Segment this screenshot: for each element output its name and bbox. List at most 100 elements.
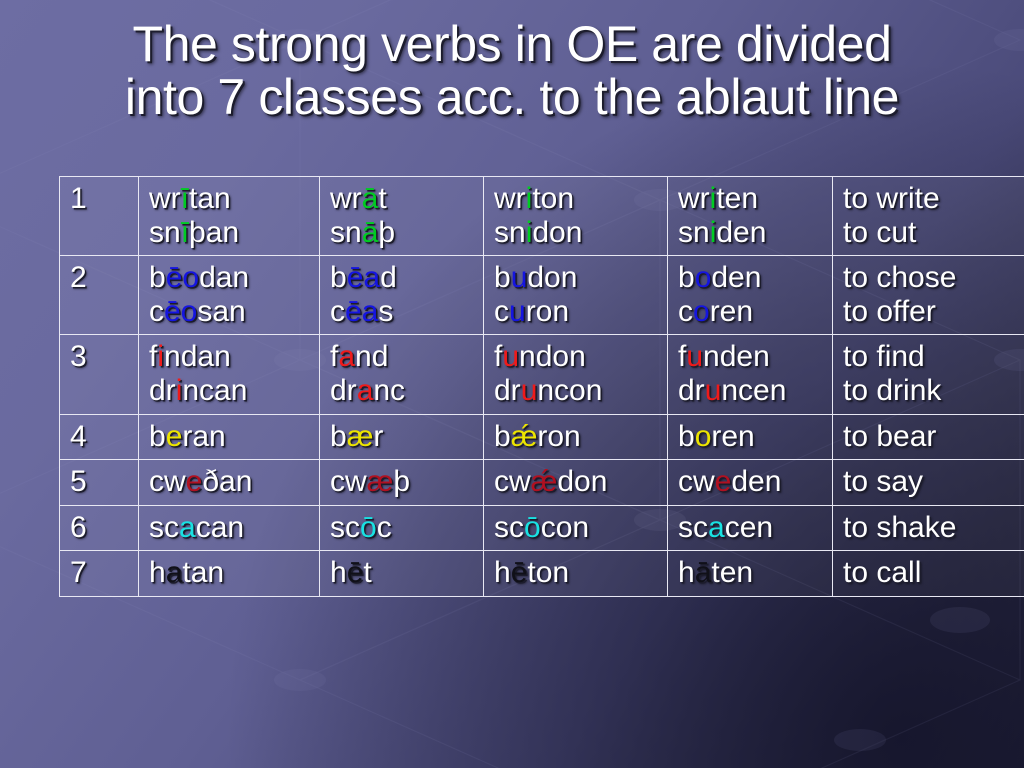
translation-cell: to shake xyxy=(832,504,1024,552)
infinitive-cell: beran xyxy=(138,413,320,461)
word-segment: sc xyxy=(149,510,179,544)
participle-ii-cell: cweden xyxy=(667,459,833,506)
past-plural-cell: writon snidon xyxy=(483,175,668,257)
participle-ii-cell: boden coren xyxy=(667,255,833,336)
past-singular-cell: scōc xyxy=(319,504,484,552)
word-segment: þ xyxy=(378,215,396,249)
word-segment: den xyxy=(731,465,782,499)
ablaut-vowel: ēo xyxy=(165,261,200,295)
translation-cell: to find to drink xyxy=(832,334,1024,415)
word-segment: cw xyxy=(678,465,715,499)
class-number-cell: 5 xyxy=(59,459,139,506)
ablaut-vowel: u xyxy=(502,340,520,374)
ablaut-vowel: ǽ xyxy=(510,419,538,453)
word-segment: t xyxy=(378,182,387,215)
word-segment: sc xyxy=(678,510,708,544)
table-row: 5 cweðan cwæþ cwǽdon cweden to say xyxy=(59,459,1024,506)
word-segment: sn xyxy=(149,215,181,249)
word-segment: þ xyxy=(393,465,411,499)
ablaut-vowel: ī xyxy=(180,215,190,249)
class-number-cell: 4 xyxy=(59,413,139,461)
ablaut-vowel: e xyxy=(185,465,203,499)
ablaut-vowel: u xyxy=(704,373,722,407)
translation-cell: to call xyxy=(832,550,1024,597)
word-segment: d xyxy=(380,261,397,295)
strong-verbs-table: 1 wrītan snīþan wrāt snāþ writon snidon writen s… xyxy=(59,175,1024,597)
word-segment: ten xyxy=(716,182,759,215)
word-segment: nden xyxy=(703,340,770,374)
word-segment: s xyxy=(378,294,394,328)
word-segment: ndon xyxy=(519,340,586,374)
word-segment: dr xyxy=(149,373,176,407)
infinitive-cell: wrītan snīþan xyxy=(138,175,320,257)
ablaut-vowel: ēa xyxy=(345,294,379,328)
word-segment: wr xyxy=(149,182,181,215)
word-segment: c xyxy=(330,294,345,328)
word-segment: ron xyxy=(537,419,581,453)
word-segment: ren xyxy=(709,294,754,328)
word-segment: dan xyxy=(199,261,250,295)
ablaut-vowel: e xyxy=(714,465,732,499)
participle-ii-cell: hāten xyxy=(667,550,833,597)
infinitive-cell: hatan xyxy=(138,550,320,597)
word-segment: b xyxy=(678,261,695,295)
infinitive-cell: cweðan xyxy=(138,459,320,506)
table-row: 1 wrītan snīþan wrāt snāþ writon snidon writen s… xyxy=(59,175,1024,257)
word-segment: sn xyxy=(330,215,362,249)
word-segment: b xyxy=(494,261,511,295)
translation-cell: to write to cut xyxy=(832,175,1024,257)
ablaut-vowel: ēa xyxy=(346,261,381,295)
class-number-cell: 1 xyxy=(59,175,139,257)
ablaut-vowel: u xyxy=(510,261,528,295)
ablaut-vowel: u xyxy=(520,373,538,407)
past-singular-cell: wrāt snāþ xyxy=(319,175,484,257)
word-segment: sc xyxy=(494,510,524,544)
slide-canvas: The strong verbs in OE are divided into … xyxy=(0,0,1024,768)
ablaut-vowel: ā xyxy=(361,215,379,249)
word-segment: don xyxy=(557,465,608,499)
word-segment: cen xyxy=(724,510,774,544)
word-segment: ndan xyxy=(164,340,231,374)
word-segment: sc xyxy=(330,510,360,544)
word-segment: b xyxy=(149,261,166,295)
ablaut-vowel: ī xyxy=(180,182,189,215)
ablaut-vowel: o xyxy=(693,294,710,328)
word-segment: don xyxy=(532,215,583,249)
past-plural-cell: scōcon xyxy=(483,504,668,552)
word-segment: b xyxy=(330,419,347,453)
slide-title: The strong verbs in OE are divided into … xyxy=(124,16,900,125)
past-plural-cell: bǽron xyxy=(483,413,668,461)
ablaut-vowel: ō xyxy=(524,510,541,544)
table-row: 2 bēodan cēosan bēad cēas budon curon boden core… xyxy=(59,255,1024,336)
ablaut-vowel: i xyxy=(157,340,165,374)
participle-ii-cell: boren xyxy=(667,413,833,461)
ablaut-vowel: a xyxy=(338,340,356,374)
word-segment: ncon xyxy=(537,373,603,407)
infinitive-cell: bēodan cēosan xyxy=(138,255,320,336)
word-segment: wr xyxy=(494,182,526,215)
word-segment: wr xyxy=(330,182,362,215)
past-plural-cell: budon curon xyxy=(483,255,668,336)
translation-cell: to say xyxy=(832,459,1024,506)
word-segment: b xyxy=(149,419,166,453)
past-singular-cell: hēt xyxy=(319,550,484,597)
ablaut-vowel: e xyxy=(165,419,183,453)
word-segment: ren xyxy=(711,419,755,453)
word-segment: con xyxy=(540,510,590,544)
word-segment: can xyxy=(195,510,245,544)
word-segment: c xyxy=(678,294,693,328)
table-row: 3 findan drincan fand dranc fundon druncon fund… xyxy=(59,334,1024,415)
word-segment: dr xyxy=(678,373,705,407)
table-body: 1 wrītan snīþan wrāt snāþ writon snidon writen s… xyxy=(59,175,1024,597)
word-segment: san xyxy=(197,294,246,328)
word-segment: ncan xyxy=(182,373,248,407)
ablaut-vowel: ā xyxy=(361,182,379,215)
word-segment: c xyxy=(376,510,392,544)
ablaut-vowel: o xyxy=(694,261,712,295)
infinitive-cell: findan drincan xyxy=(138,334,320,415)
past-singular-cell: cwæþ xyxy=(319,459,484,506)
ablaut-vowel: ā xyxy=(694,556,712,590)
word-segment: cw xyxy=(494,465,531,499)
word-segment: den xyxy=(716,215,767,249)
word-segment: ncen xyxy=(721,373,787,407)
